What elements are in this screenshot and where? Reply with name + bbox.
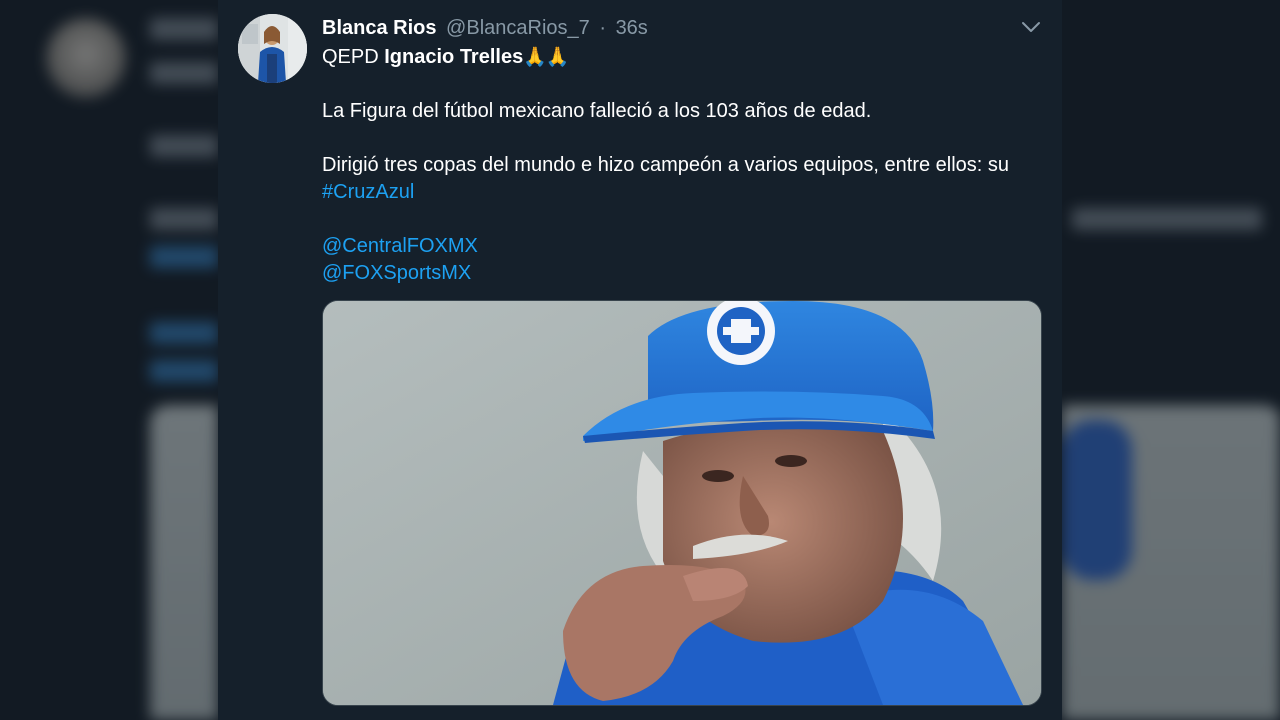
author-avatar[interactable] [238,14,307,83]
background-text-block [150,62,218,84]
background-blur-right [1062,0,1280,720]
photo-image [323,301,1041,705]
tweet-body: QEPD Ignacio Trelles🙏🙏 La Figura del fút… [322,44,1042,287]
mention-link-foxsportsmx[interactable]: @FOXSportsMX [322,262,471,284]
pray-emoji: 🙏🙏 [523,47,569,68]
tweet-prefix: QEPD [322,46,385,68]
tweet-header: Blanca Rios @BlancaRios_7 · 36s [322,15,648,41]
background-text-block [150,135,218,157]
background-photo [150,405,218,720]
mention-link-centralfoxmx[interactable]: @CentralFOXMX [322,235,478,257]
screen: Blanca Rios @BlancaRios_7 · 36s QEPD Ign… [0,0,1280,720]
background-cap-blur [1062,420,1132,580]
separator-dot: · [599,17,606,39]
chevron-down-icon[interactable] [1018,14,1044,40]
background-text-block [150,18,218,40]
tweet-line-1: QEPD Ignacio Trelles🙏🙏 [322,44,1042,71]
background-link-block [150,246,218,268]
background-blur-left [0,0,218,720]
tweet-line-3: Dirigió tres copas del mundo e hizo camp… [322,154,1010,176]
background-text-block [1072,208,1262,230]
tweet-photo[interactable] [322,300,1042,706]
tweet-bold-name: Ignacio Trelles [384,46,524,68]
hashtag-link[interactable]: #CruzAzul [322,181,414,203]
background-text-block [150,208,218,230]
background-link-block [150,360,218,382]
tweet-card[interactable]: Blanca Rios @BlancaRios_7 · 36s QEPD Ign… [218,0,1062,720]
tweet-timestamp[interactable]: 36s [616,17,648,39]
line-break [322,71,1042,98]
background-link-block [150,322,218,344]
author-handle[interactable]: @BlancaRios_7 [446,17,590,39]
line-break [322,125,1042,152]
avatar-image [238,14,307,83]
line-break [322,206,1042,233]
tweet-line-2: La Figura del fútbol mexicano falleció a… [322,100,872,122]
background-avatar [46,18,126,98]
author-name[interactable]: Blanca Rios [322,17,436,39]
